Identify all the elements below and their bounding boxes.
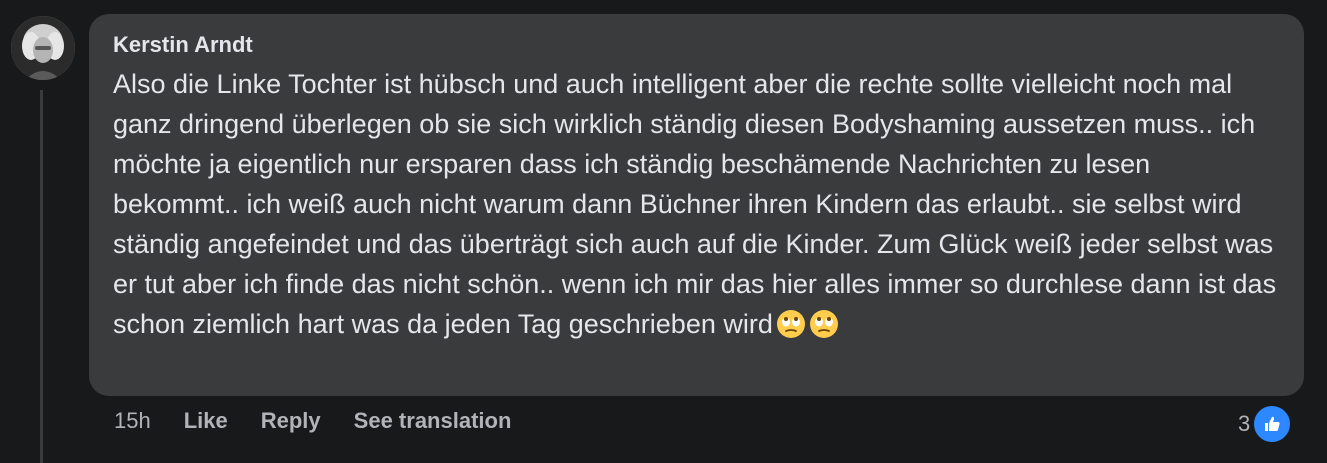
thread-connector-line <box>40 90 43 463</box>
like-button[interactable]: Like <box>184 406 228 436</box>
comment-actions: 15h Like Reply See translation <box>114 406 511 436</box>
rolling-eyes-emoji-icon <box>776 309 806 339</box>
avatar[interactable] <box>11 16 75 80</box>
comment-text: Also die Linke Tochter ist hübsch und au… <box>113 69 1277 339</box>
reaction-count: 3 <box>1238 411 1251 436</box>
see-translation-button[interactable]: See translation <box>354 406 512 436</box>
reply-button[interactable]: Reply <box>261 406 321 436</box>
previous-comment-remnant <box>280 0 610 4</box>
comment-thread: Kerstin Arndt Also die Linke Tochter ist… <box>0 0 1327 463</box>
avatar-image-icon <box>11 16 75 80</box>
comment-bubble: Kerstin Arndt Also die Linke Tochter ist… <box>89 14 1304 396</box>
comment-timestamp[interactable]: 15h <box>114 406 151 436</box>
reaction-summary[interactable]: 3 <box>1238 404 1293 444</box>
like-icon <box>1252 404 1293 444</box>
comment-author-name[interactable]: Kerstin Arndt <box>113 30 1280 60</box>
rolling-eyes-emoji-icon <box>809 309 839 339</box>
comment-body: Also die Linke Tochter ist hübsch und au… <box>113 64 1280 344</box>
